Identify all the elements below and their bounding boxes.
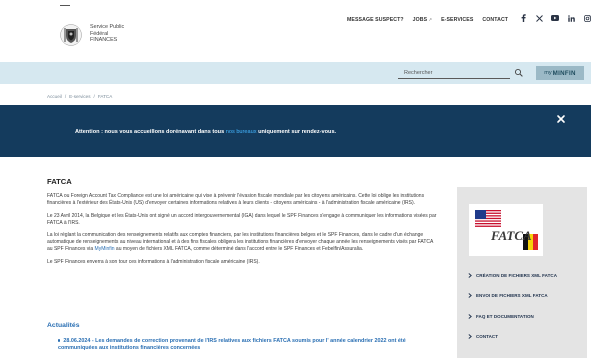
top-nav: MESSAGE SUSPECT? JOBS↗ E-SERVICES CONTAC…: [347, 17, 517, 23]
myminfin-brand: MINFIN: [552, 69, 576, 77]
linkedin-icon[interactable]: [567, 14, 575, 22]
youtube-icon[interactable]: [551, 14, 559, 22]
sidebar-link-label: ENVOI DE FICHIERS XML FATCA: [476, 293, 548, 299]
news-heading: Actualités: [47, 322, 80, 329]
main-content: FATCA ou Foreign Account Tax Compliance …: [47, 193, 440, 271]
nav-jobs-label: JOBS: [412, 17, 428, 23]
search-input[interactable]: [398, 67, 510, 79]
alert-text-before: Attention : nous vous accueillons doréna…: [75, 129, 226, 135]
breadcrumb-home[interactable]: Accueil: [47, 94, 62, 99]
alert-banner-text: Attention : nous vous accueillons doréna…: [75, 129, 336, 135]
close-icon[interactable]: [556, 114, 566, 124]
chevron-right-icon: [468, 272, 472, 278]
sidebar-link-label: CONTACT: [476, 334, 499, 340]
paragraph: Le SPF Finances enverra à son tour ces i…: [47, 258, 260, 265]
news-item[interactable]: 28.06.2024 - Les demandes de correction …: [58, 338, 443, 353]
breadcrumb-current: FATCA: [97, 94, 113, 99]
breadcrumb: Accueil / E-services / FATCA: [47, 94, 112, 99]
page-title: FATCA: [47, 177, 72, 186]
search-bar: myMINFIN: [0, 62, 591, 84]
news-list: 28.06.2024 - Les demandes de correction …: [58, 338, 443, 353]
alert-banner: Attention : nous vous accueillons doréna…: [0, 105, 591, 157]
nav-e-services[interactable]: E-SERVICES: [441, 17, 473, 23]
news-item-text: 28.06.2024 - Les demandes de correction …: [58, 338, 406, 352]
social-links: [519, 14, 591, 22]
nav-message-suspect[interactable]: MESSAGE SUSPECT?: [347, 17, 404, 23]
sidebar-link-creation-xml[interactable]: CRÉATION DE FICHIERS XML FATCA: [468, 265, 584, 286]
org-name-line-1: Service Public: [90, 24, 125, 30]
external-link-icon: ↗: [428, 17, 433, 22]
chevron-right-icon: [468, 293, 472, 299]
chevron-right-icon: [468, 313, 472, 319]
fatca-logo-text: FATCA: [490, 228, 532, 243]
sidebar-link-envoi-xml[interactable]: ENVOI DE FICHIERS XML FATCA: [468, 286, 584, 307]
paragraph: La loi réglant la communication des rens…: [47, 232, 440, 253]
sidebar-link-label: FAQ ET DOCUMENTATION: [476, 313, 534, 319]
site-header: Service Public Fédéral FINANCES MESSAGE …: [0, 0, 591, 62]
org-name[interactable]: Service Public Fédéral FINANCES: [90, 24, 124, 44]
x-icon[interactable]: [535, 14, 543, 22]
chevron-right-icon: [468, 334, 472, 340]
fatca-logo-image: FATCA: [469, 204, 543, 256]
myminfin-link[interactable]: MyMinfin: [95, 246, 115, 252]
alert-offices-link[interactable]: nos bureaux: [226, 129, 257, 135]
bullet-icon: [58, 339, 61, 342]
header-divider: [60, 5, 70, 6]
myminfin-button[interactable]: my MINFIN: [536, 66, 584, 80]
facebook-icon[interactable]: [519, 14, 527, 22]
instagram-icon[interactable]: [583, 14, 591, 22]
paragraph: Le 23 Avril 2014, la Belgique et les Éta…: [47, 212, 437, 226]
alert-text-after: uniquement sur rendez-vous.: [256, 129, 337, 135]
sidebar: FATCA CRÉATION DE FICHIERS XML FATCA ENV…: [457, 187, 587, 358]
sidebar-link-label: CRÉATION DE FICHIERS XML FATCA: [476, 272, 558, 278]
paragraph-text: au moyen de fichiers XML FATCA, comme dé…: [114, 246, 364, 253]
us-flag-icon: [475, 210, 501, 227]
breadcrumb-e-services[interactable]: E-services: [69, 94, 90, 99]
paragraph: FATCA ou Foreign Account Tax Compliance …: [47, 193, 425, 206]
nav-contact[interactable]: CONTACT: [482, 17, 508, 23]
myminfin-prefix: my: [544, 70, 552, 76]
org-name-line-3: FINANCES: [90, 37, 118, 43]
sidebar-link-faq[interactable]: FAQ ET DOCUMENTATION: [468, 306, 584, 327]
belgian-coat-of-arms-logo[interactable]: [60, 24, 82, 46]
breadcrumb-separator: /: [64, 94, 67, 99]
sidebar-links: CRÉATION DE FICHIERS XML FATCA ENVOI DE …: [468, 265, 584, 347]
search-icon[interactable]: [514, 68, 524, 78]
breadcrumb-separator: /: [93, 94, 95, 99]
nav-jobs[interactable]: JOBS↗: [413, 17, 432, 23]
sidebar-link-contact[interactable]: CONTACT: [468, 327, 584, 348]
